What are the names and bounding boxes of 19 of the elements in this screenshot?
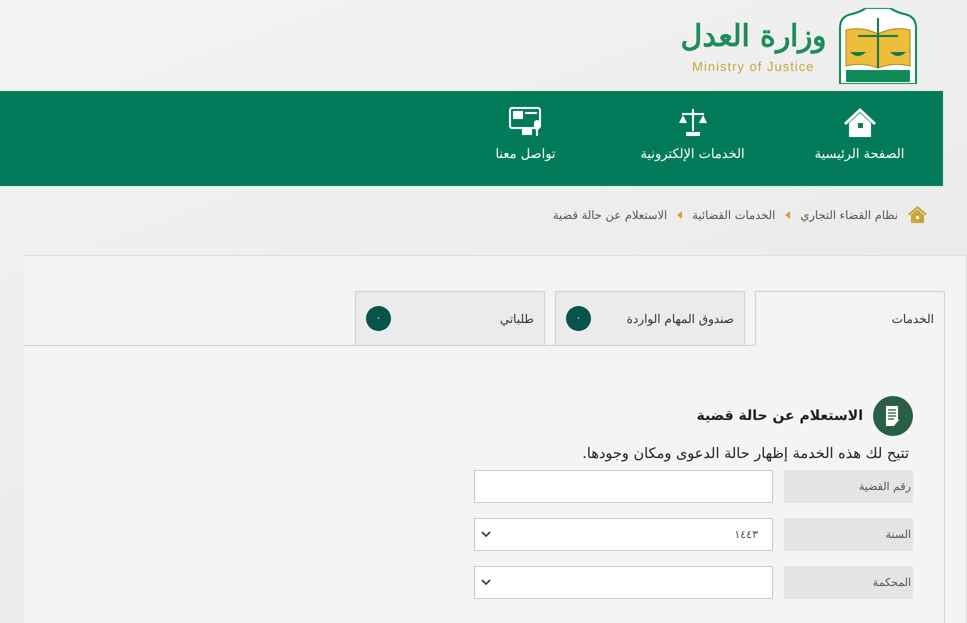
tab[interactable]: صندوق المهام الواردة ٠ <box>555 291 745 346</box>
field-label: رقم القضية <box>784 470 913 503</box>
nav-link[interactable]: الخدمات الإلكترونية <box>609 91 776 186</box>
nav-link[interactable]: الصفحة الرئيسية <box>776 91 943 186</box>
breadcrumb-link[interactable]: الخدمات القضائية <box>692 208 776 222</box>
logo-title: وزارة العدل <box>680 18 826 56</box>
count-badge: ٠ <box>366 306 391 331</box>
nav-link[interactable]: تواصل معنا <box>442 91 609 186</box>
tab[interactable]: الخدمات <box>755 291 945 346</box>
dropdown[interactable]: ١٤٤٣ <box>474 518 773 551</box>
logo-subtitle: Ministry of Justice <box>692 59 814 74</box>
breadcrumb-link[interactable]: الاستعلام عن حالة قضية <box>552 208 668 222</box>
tab[interactable]: طلباتي ٠ <box>355 291 545 346</box>
count-badge: ٠ <box>566 306 591 331</box>
section-title: الاستعلام عن حالة قضية <box>696 408 863 424</box>
field-label: السنة <box>784 518 913 551</box>
breadcrumb-link[interactable]: نظام القضاء التجاري <box>800 208 898 222</box>
description: تتيح لك هذه الخدمة إظهار حالة الدعوى ومكان وجودها. <box>581 446 909 462</box>
field-label: المحكمة <box>784 566 913 599</box>
